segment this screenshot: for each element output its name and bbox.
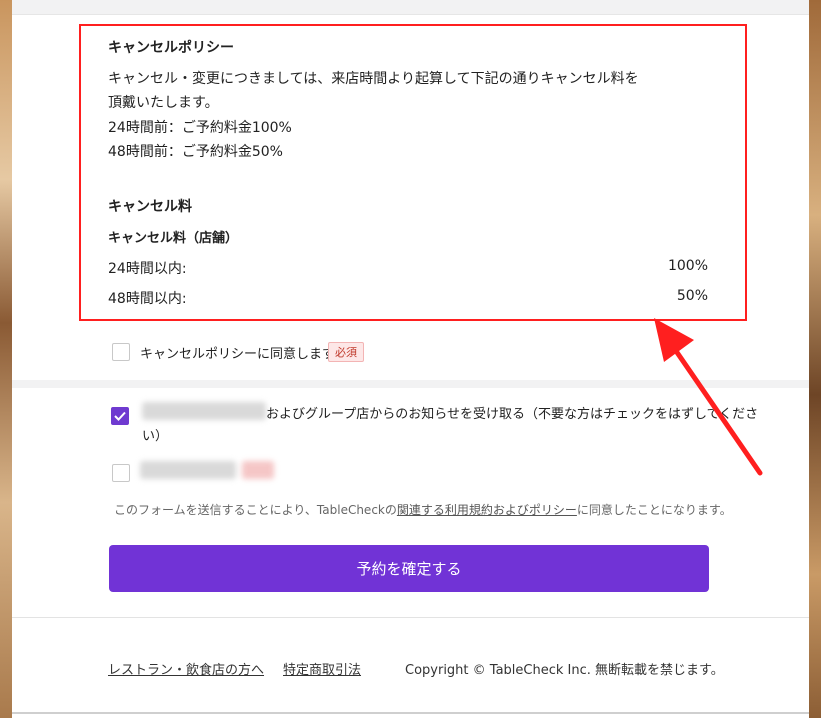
terms-suffix: に同意したことになります。 (576, 503, 732, 517)
redacted-option-label (140, 461, 236, 479)
agree-policy-label: キャンセルポリシーに同意します。 (140, 347, 347, 362)
terms-prefix: このフォームを送信することにより、TableCheckの (114, 503, 397, 517)
agree-policy-checkbox[interactable] (112, 343, 130, 361)
redacted-option-badge (242, 461, 274, 479)
terms-notice: このフォームを送信することにより、TableCheckの関連する利用規約およびポ… (114, 501, 732, 518)
background-photo-left (0, 0, 12, 718)
annotation-highlight-box (79, 24, 747, 321)
bottom-divider (12, 712, 809, 714)
redacted-store-name (142, 402, 266, 420)
newsletter-checkbox[interactable] (111, 407, 129, 425)
background-photo-right (809, 0, 821, 718)
copyright-text: Copyright © TableCheck Inc. 無断転載を禁じます。 (405, 663, 724, 678)
optional-checkbox[interactable] (112, 464, 130, 482)
footer-divider (12, 617, 809, 618)
footer-link-commerce-law[interactable]: 特定商取引法 (283, 659, 361, 678)
top-divider (12, 14, 809, 15)
newsletter-label-cont: い） (142, 429, 169, 444)
annotation-arrow-icon (654, 318, 763, 476)
checkmark-icon (114, 411, 126, 421)
top-strip (12, 0, 809, 14)
confirm-reservation-button[interactable]: 予約を確定する (109, 545, 709, 592)
required-badge: 必須 (328, 342, 364, 362)
footer-link-restaurant[interactable]: レストラン・飲食店の方へ (108, 659, 264, 678)
terms-policy-link[interactable]: 関連する利用規約およびポリシー (397, 503, 577, 517)
